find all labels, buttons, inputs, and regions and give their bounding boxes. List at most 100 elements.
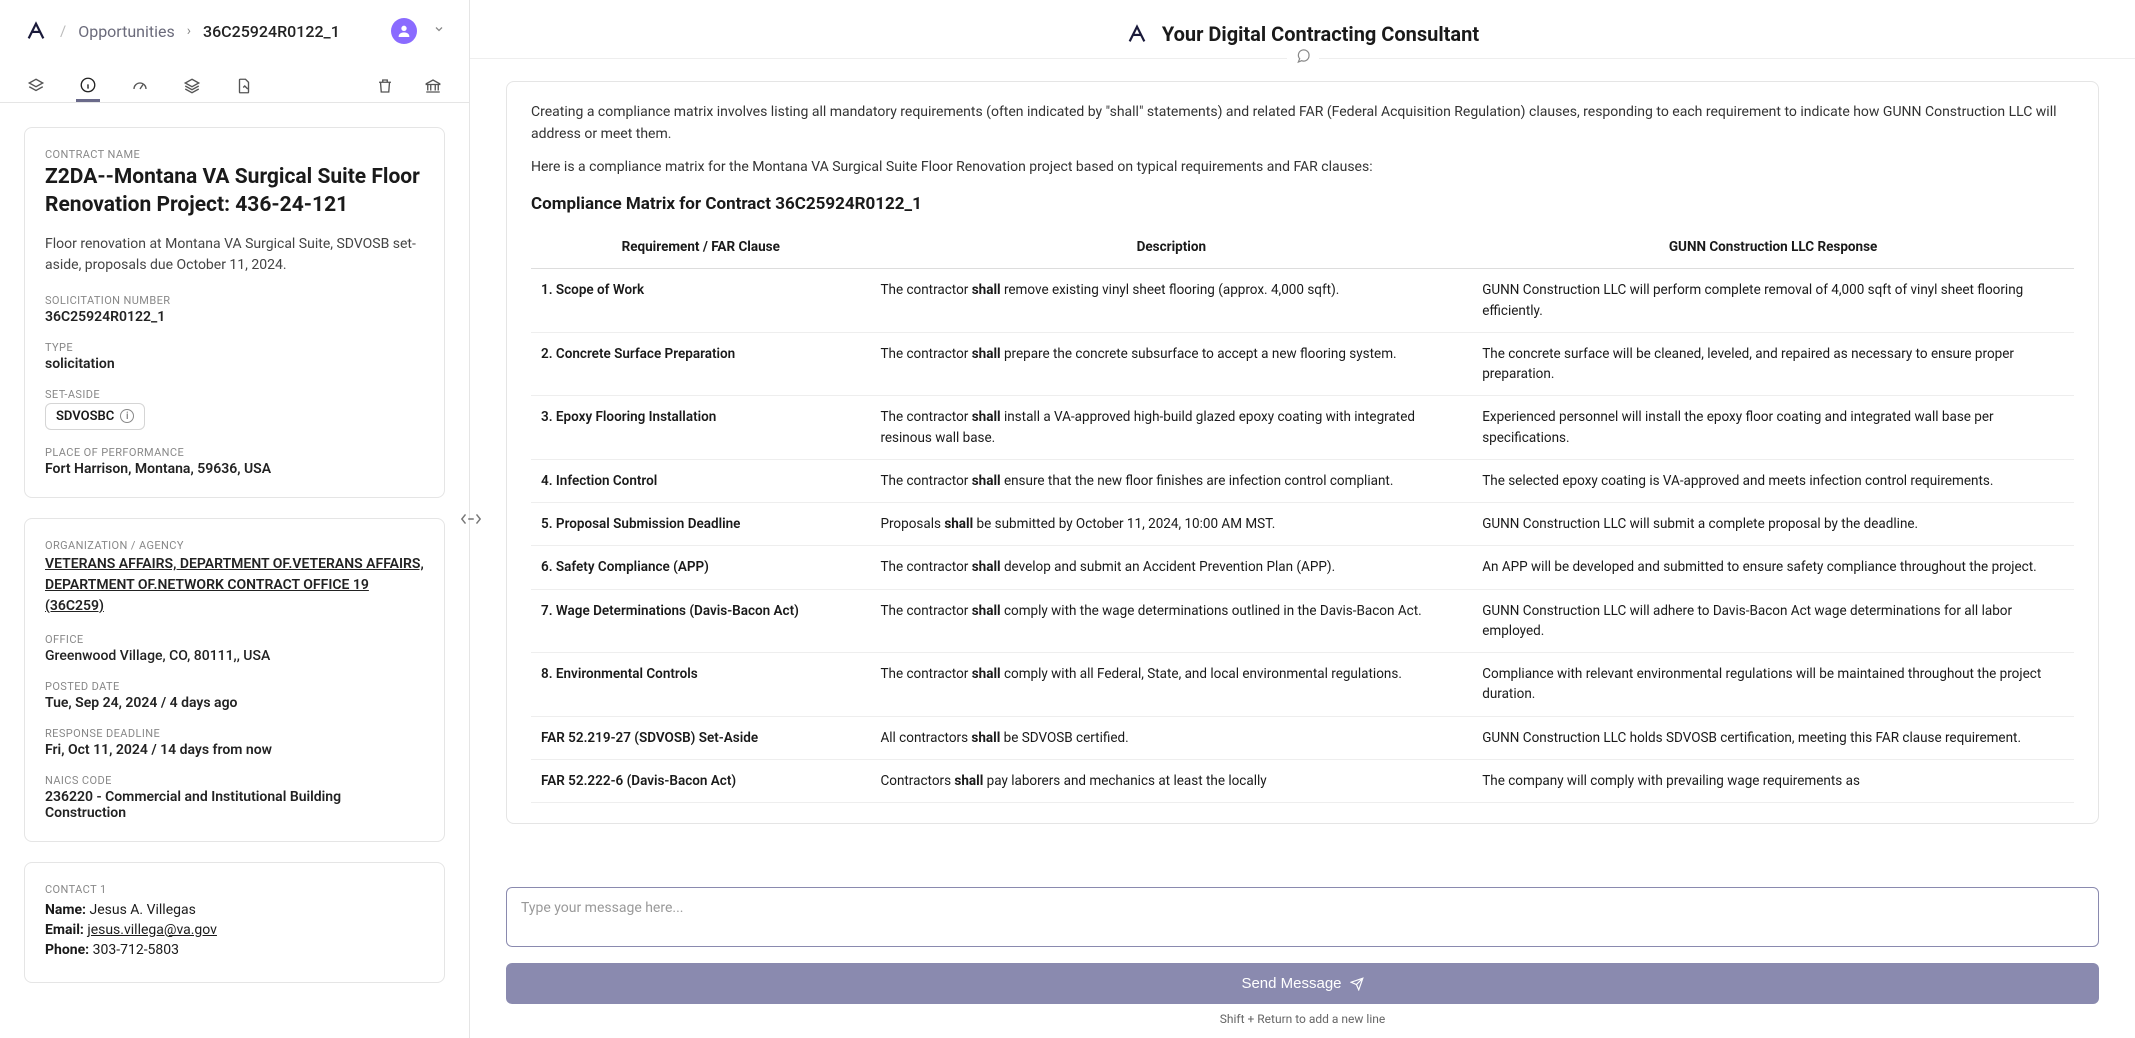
trash-icon[interactable] — [373, 70, 397, 102]
composer: Send Message Shift + Return to add a new… — [470, 887, 2135, 1038]
cell-description: Contractors shall pay laborers and mecha… — [870, 759, 1472, 802]
org-name-link[interactable]: VETERANS AFFAIRS, DEPARTMENT OF.VETERANS… — [45, 554, 424, 617]
cell-requirement: FAR 52.222-6 (Davis-Bacon Act) — [531, 759, 870, 802]
message-card: Creating a compliance matrix involves li… — [506, 81, 2099, 824]
msg-p1: Creating a compliance matrix involves li… — [531, 102, 2074, 145]
cell-response: GUNN Construction LLC will perform compl… — [1472, 269, 2074, 333]
resize-handle-icon[interactable] — [460, 512, 482, 526]
posted-label: POSTED DATE — [45, 680, 424, 693]
contract-summary: Floor renovation at Montana VA Surgical … — [45, 234, 424, 276]
posted-value: Tue, Sep 24, 2024 / 4 days ago — [45, 695, 424, 711]
chevron-down-icon[interactable] — [433, 23, 445, 39]
breadcrumb-id: 36C25924R0122_1 — [203, 22, 340, 41]
details-scroll[interactable]: Contract Name Z2DA--Montana VA Surgical … — [0, 103, 469, 1038]
right-header: Your Digital Contracting Consultant — [470, 0, 2135, 59]
tab-bar — [0, 62, 469, 103]
contact-name-line: Name: Jesus A. Villegas — [45, 902, 424, 918]
contact-email-line: Email: jesus.villega@va.gov — [45, 922, 424, 938]
cell-response: Compliance with relevant environmental r… — [1472, 653, 2074, 717]
table-row: 4. Infection ControlThe contractor shall… — [531, 459, 2074, 502]
cell-requirement: 7. Wage Determinations (Davis-Bacon Act) — [531, 589, 870, 653]
cell-description: The contractor shall prepare the concret… — [870, 332, 1472, 396]
solicitation-number: 36C25924R0122_1 — [45, 309, 424, 325]
org-label: ORGANIZATION / AGENCY — [45, 539, 424, 552]
office-value: Greenwood Village, CO, 80111,, USA — [45, 648, 424, 664]
th-response: GUNN Construction LLC Response — [1472, 227, 2074, 268]
send-button[interactable]: Send Message — [506, 963, 2099, 1004]
th-requirement: Requirement / FAR Clause — [531, 227, 870, 268]
chat-body[interactable]: Creating a compliance matrix involves li… — [470, 59, 2135, 887]
left-panel: / Opportunities › 36C25924R0122_1 — [0, 0, 470, 1038]
send-icon — [1350, 977, 1364, 991]
cell-response: The concrete surface will be cleaned, le… — [1472, 332, 2074, 396]
naics-label: NAICS CODE — [45, 774, 424, 787]
pop-value: Fort Harrison, Montana, 59636, USA — [45, 461, 424, 477]
contract-name: Z2DA--Montana VA Surgical Suite Floor Re… — [45, 163, 424, 220]
edit-doc-tab-icon[interactable] — [232, 70, 256, 102]
table-row: FAR 52.219-27 (SDVOSB) Set-AsideAll cont… — [531, 716, 2074, 759]
gauge-tab-icon[interactable] — [128, 70, 152, 102]
th-description: Description — [870, 227, 1472, 268]
table-row: 2. Concrete Surface PreparationThe contr… — [531, 332, 2074, 396]
info-tab-icon[interactable] — [76, 70, 100, 102]
table-row: 1. Scope of WorkThe contractor shall rem… — [531, 269, 2074, 333]
layers-tab-icon[interactable] — [24, 70, 48, 102]
pop-label: PLACE OF PERFORMANCE — [45, 446, 424, 459]
cell-requirement: 2. Concrete Surface Preparation — [531, 332, 870, 396]
deadline-label: RESPONSE DEADLINE — [45, 727, 424, 740]
chevron-right-icon: › — [187, 23, 191, 39]
naics-value: 236220 - Commercial and Institutional Bu… — [45, 789, 424, 821]
table-row: 5. Proposal Submission DeadlineProposals… — [531, 503, 2074, 546]
stack-tab-icon[interactable] — [180, 70, 204, 102]
contact-name: Jesus A. Villegas — [90, 902, 196, 918]
cell-description: The contractor shall remove existing vin… — [870, 269, 1472, 333]
table-row: FAR 52.222-6 (Davis-Bacon Act)Contractor… — [531, 759, 2074, 802]
cell-response: GUNN Construction LLC holds SDVOSB certi… — [1472, 716, 2074, 759]
table-row: 8. Environmental ControlsThe contractor … — [531, 653, 2074, 717]
user-avatar[interactable] — [391, 18, 417, 44]
contact-phone-line: Phone: 303-712-5803 — [45, 942, 424, 958]
cell-response: An APP will be developed and submitted t… — [1472, 546, 2074, 589]
solicitation-label: SOLICITATION NUMBER — [45, 294, 424, 307]
cell-response: GUNN Construction LLC will submit a comp… — [1472, 503, 2074, 546]
cell-requirement: 6. Safety Compliance (APP) — [531, 546, 870, 589]
contract-card: Contract Name Z2DA--Montana VA Surgical … — [24, 127, 445, 498]
cell-description: The contractor shall develop and submit … — [870, 546, 1472, 589]
cell-description: The contractor shall comply with the wag… — [870, 589, 1472, 653]
app-logo-icon — [1126, 23, 1148, 45]
table-row: 3. Epoxy Flooring InstallationThe contra… — [531, 396, 2074, 460]
setaside-chip[interactable]: SDVOSBC i — [45, 403, 145, 430]
cell-requirement: 3. Epoxy Flooring Installation — [531, 396, 870, 460]
panel-header: / Opportunities › 36C25924R0122_1 — [0, 0, 469, 62]
cell-response: GUNN Construction LLC will adhere to Dav… — [1472, 589, 2074, 653]
type-label: TYPE — [45, 341, 424, 354]
cell-description: The contractor shall comply with all Fed… — [870, 653, 1472, 717]
cell-requirement: 4. Infection Control — [531, 459, 870, 502]
contact-phone-label: Phone: — [45, 942, 89, 958]
bank-icon[interactable] — [421, 70, 445, 102]
contact-email-link[interactable]: jesus.villega@va.gov — [87, 922, 217, 938]
chat-bubble-icon — [1287, 48, 1319, 68]
table-row: 7. Wage Determinations (Davis-Bacon Act)… — [531, 589, 2074, 653]
cell-description: The contractor shall install a VA-approv… — [870, 396, 1472, 460]
org-card: ORGANIZATION / AGENCY VETERANS AFFAIRS, … — [24, 518, 445, 842]
cell-requirement: FAR 52.219-27 (SDVOSB) Set-Aside — [531, 716, 870, 759]
message-input[interactable] — [506, 887, 2099, 947]
msg-p2: Here is a compliance matrix for the Mont… — [531, 157, 2074, 179]
type-value: solicitation — [45, 356, 424, 372]
table-row: 6. Safety Compliance (APP)The contractor… — [531, 546, 2074, 589]
setaside-label: SET-ASIDE — [45, 388, 424, 401]
contact-phone: 303-712-5803 — [93, 942, 179, 958]
deadline-value: Fri, Oct 11, 2024 / 14 days from now — [45, 742, 424, 758]
cell-requirement: 8. Environmental Controls — [531, 653, 870, 717]
info-icon[interactable]: i — [120, 409, 134, 423]
contact-heading: Contact 1 — [45, 883, 424, 896]
contact-card: Contact 1 Name: Jesus A. Villegas Email:… — [24, 862, 445, 983]
cell-requirement: 1. Scope of Work — [531, 269, 870, 333]
right-title: Your Digital Contracting Consultant — [1162, 22, 1479, 46]
cell-description: All contractors shall be SDVOSB certifie… — [870, 716, 1472, 759]
send-button-label: Send Message — [1241, 975, 1341, 992]
breadcrumb-sep: / — [60, 22, 66, 40]
cell-requirement: 5. Proposal Submission Deadline — [531, 503, 870, 546]
breadcrumb-opportunities[interactable]: Opportunities — [78, 22, 175, 41]
